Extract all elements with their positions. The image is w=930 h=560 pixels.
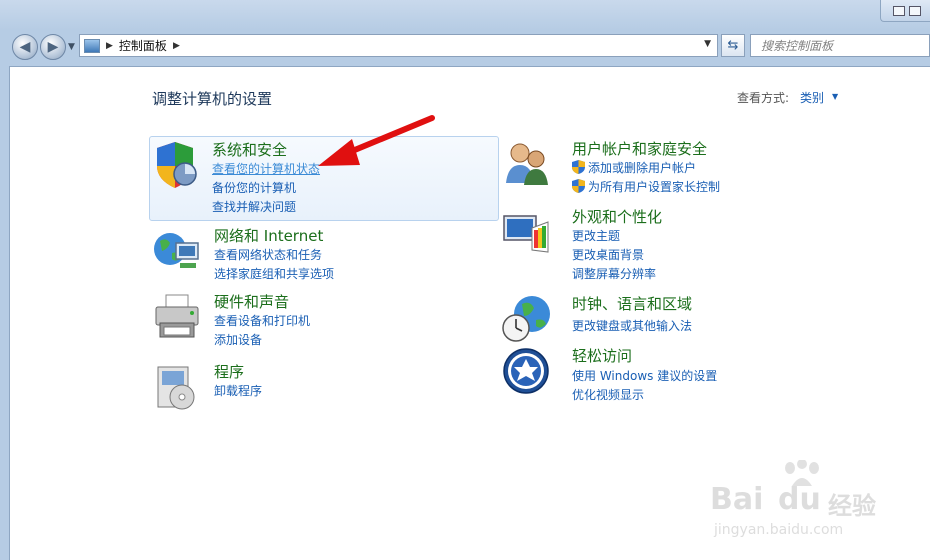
link-view-computer-status[interactable]: 查看您的计算机状态 [212, 160, 320, 177]
link-change-theme[interactable]: 更改主题 [572, 227, 620, 244]
watermark-url: jingyan.baidu.com [714, 522, 844, 538]
recent-pages-dropdown-icon[interactable]: ▼ [68, 42, 75, 52]
link-uninstall-program[interactable]: 卸载程序 [214, 382, 262, 399]
back-button[interactable]: ◀ [12, 34, 38, 60]
network-globe-icon [154, 233, 199, 268]
minimize-button[interactable] [909, 6, 921, 16]
category-title[interactable]: 网络和 Internet [214, 225, 323, 246]
restore-button[interactable] [893, 6, 905, 16]
search-box[interactable] [750, 34, 930, 57]
address-dropdown-icon[interactable]: ▼ [704, 39, 711, 49]
view-by-dropdown[interactable]: 类别 [800, 89, 824, 106]
view-by-label: 查看方式: [737, 91, 790, 105]
baidu-watermark: Bai du 经验 jingyan.baidu.com [710, 460, 910, 550]
category-network-internet[interactable]: 网络和 Internet 查看网络状态和任务 选择家庭组和共享选项 [152, 223, 502, 283]
refresh-button[interactable]: ⇆ [721, 34, 745, 57]
link-label[interactable]: 添加或删除用户帐户 [588, 161, 696, 175]
category-title[interactable]: 外观和个性化 [572, 206, 662, 227]
category-title[interactable]: 用户帐户和家庭安全 [572, 138, 707, 159]
breadcrumb-chevron-icon[interactable]: ▶ [173, 41, 180, 51]
link-homegroup-sharing[interactable]: 选择家庭组和共享选项 [214, 265, 334, 282]
link-backup-computer[interactable]: 备份您的计算机 [212, 179, 296, 196]
category-clock-language-region[interactable]: 时钟、语言和区域 更改键盘或其他输入法 [502, 292, 862, 342]
link-add-remove-accounts[interactable]: 添加或删除用户帐户 [572, 159, 696, 176]
programs-box-icon [157, 366, 195, 410]
ease-of-access-icon [503, 348, 549, 394]
breadcrumb-control-panel[interactable]: 控制面板 [119, 37, 167, 54]
search-input[interactable] [761, 38, 911, 53]
link-desktop-background[interactable]: 更改桌面背景 [572, 246, 644, 263]
watermark-brand-2: du [778, 482, 821, 517]
category-programs[interactable]: 程序 卸载程序 [152, 361, 502, 411]
link-label[interactable]: 为所有用户设置家长控制 [588, 180, 720, 194]
globe-clock-icon [502, 296, 550, 342]
control-panel-icon [84, 38, 100, 53]
address-bar[interactable]: ▶ 控制面板 ▶ ▼ [79, 34, 718, 57]
link-optimize-visual[interactable]: 优化视频显示 [572, 386, 644, 403]
printer-icon [155, 294, 199, 338]
control-panel-window: ◀ ▶ ▼ ▶ 控制面板 ▶ ▼ ⇆ 调整计算机的设置 查看方式: 类别 ▼ [0, 0, 930, 560]
link-network-status[interactable]: 查看网络状态和任务 [214, 246, 322, 263]
category-hardware-sound[interactable]: 硬件和声音 查看设备和打印机 添加设备 [152, 291, 502, 351]
category-title[interactable]: 时钟、语言和区域 [572, 293, 692, 314]
breadcrumb-chevron-icon[interactable]: ▶ [106, 41, 113, 51]
link-troubleshoot[interactable]: 查找并解决问题 [212, 198, 296, 215]
navigation-bar: ◀ ▶ ▼ ▶ 控制面板 ▶ ▼ ⇆ [0, 28, 930, 64]
link-parental-controls[interactable]: 为所有用户设置家长控制 [572, 178, 720, 195]
window-controls [880, 0, 930, 22]
link-change-input-method[interactable]: 更改键盘或其他输入法 [572, 317, 692, 334]
category-ease-of-access[interactable]: 轻松访问 使用 Windows 建议的设置 优化视频显示 [502, 345, 862, 405]
category-user-accounts[interactable]: 用户帐户和家庭安全 添加或删除用户帐户 为所有用户设置家长控制 [502, 137, 862, 197]
category-system-security[interactable]: 系统和安全 查看您的计算机状态 备份您的计算机 查找并解决问题 [149, 136, 499, 221]
security-shield-icon [157, 142, 197, 188]
chevron-down-icon[interactable]: ▼ [832, 92, 838, 101]
link-windows-recommended[interactable]: 使用 Windows 建议的设置 [572, 367, 717, 384]
page-title: 调整计算机的设置 [152, 90, 273, 108]
category-title[interactable]: 程序 [214, 361, 244, 382]
category-title[interactable]: 硬件和声音 [214, 291, 289, 312]
category-title[interactable]: 轻松访问 [572, 345, 632, 366]
watermark-suffix: 经验 [828, 492, 876, 520]
monitor-palette-icon [503, 215, 549, 253]
category-title[interactable]: 系统和安全 [212, 139, 287, 160]
refresh-icon: ⇆ [727, 38, 739, 53]
uac-shield-icon [572, 179, 585, 193]
uac-shield-icon [572, 160, 585, 174]
forward-button[interactable]: ▶ [40, 34, 66, 60]
link-add-device[interactable]: 添加设备 [214, 331, 262, 348]
users-icon [506, 143, 548, 185]
watermark-brand: Bai [710, 482, 764, 517]
link-screen-resolution[interactable]: 调整屏幕分辨率 [572, 265, 656, 282]
link-devices-printers[interactable]: 查看设备和打印机 [214, 312, 310, 329]
category-appearance[interactable]: 外观和个性化 更改主题 更改桌面背景 调整屏幕分辨率 [502, 206, 862, 281]
